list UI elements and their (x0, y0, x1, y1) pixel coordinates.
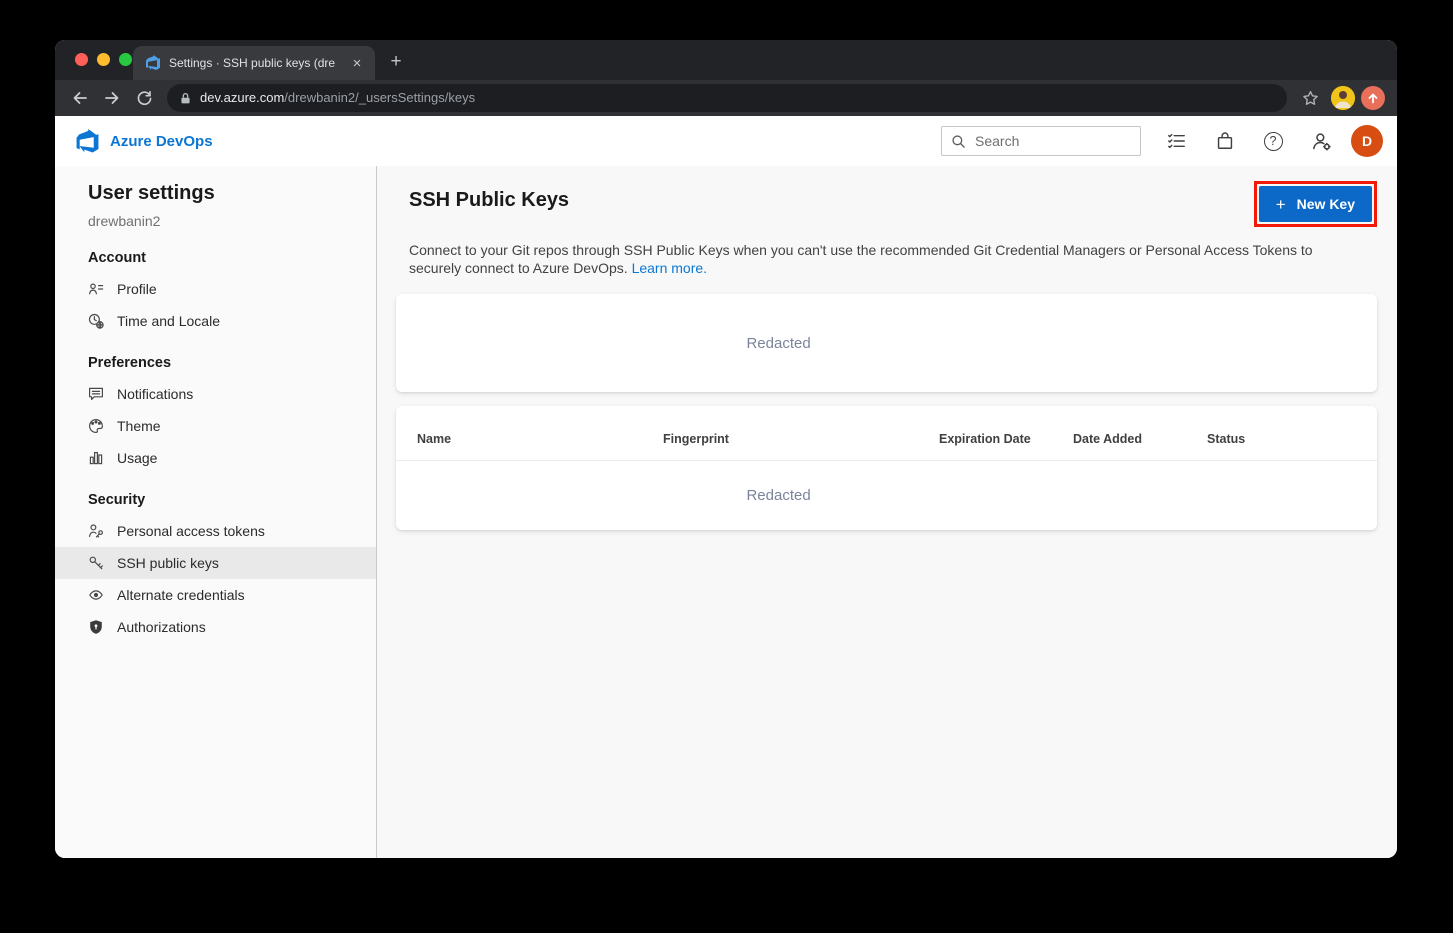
sidebar-item-label: Personal access tokens (117, 523, 265, 539)
sidebar-item-label: SSH public keys (117, 555, 219, 571)
sidebar-item-alternate-credentials[interactable]: Alternate credentials (55, 579, 376, 611)
sidebar-item-label: Theme (117, 418, 161, 434)
back-icon[interactable] (65, 84, 95, 112)
profile-icon (88, 281, 104, 297)
redacted-row-text: Redacted (396, 487, 1161, 504)
sidebar-item-label: Authorizations (117, 619, 206, 635)
column-header-date-added: Date Added (1073, 432, 1207, 446)
new-key-button[interactable]: + New Key (1259, 186, 1372, 222)
bookmark-star-icon[interactable] (1295, 84, 1325, 112)
plus-icon: + (1276, 196, 1286, 213)
minimize-window-button[interactable] (97, 53, 110, 66)
app-header: Azure DevOps ? D (55, 116, 1397, 166)
main-panel: SSH Public Keys + New Key Connect to you… (377, 166, 1397, 858)
search-icon (951, 134, 966, 149)
redacted-banner-text: Redacted (396, 335, 1161, 352)
sidebar-item-label: Usage (117, 450, 157, 466)
personal-access-tokens-icon (88, 523, 104, 539)
settings-sidebar: User settings drewbanin2 Account Profile… (55, 166, 377, 858)
browser-tab[interactable]: Settings · SSH public keys (dre × (133, 46, 375, 80)
new-tab-button[interactable]: + (383, 49, 409, 75)
sidebar-item-theme[interactable]: Theme (55, 410, 376, 442)
sidebar-item-ssh-public-keys[interactable]: SSH public keys (55, 547, 376, 579)
sidebar-item-profile[interactable]: Profile (55, 273, 376, 305)
reload-icon[interactable] (129, 84, 159, 112)
table-header-row: Name Fingerprint Expiration Date Date Ad… (396, 406, 1377, 461)
alternate-credentials-icon (88, 587, 104, 603)
usage-chart-icon (88, 450, 104, 466)
help-icon[interactable]: ? (1249, 116, 1297, 166)
page-title: SSH Public Keys (409, 189, 569, 212)
search-input[interactable] (973, 132, 1131, 150)
description-line-2: securely connect to Azure DevOps. (409, 260, 628, 276)
url-path: /drewbanin2/_usersSettings/keys (284, 90, 475, 105)
marketplace-bag-icon[interactable] (1201, 116, 1249, 166)
sidebar-item-notifications[interactable]: Notifications (55, 378, 376, 410)
sidebar-item-usage[interactable]: Usage (55, 442, 376, 474)
redacted-banner-card: Redacted (396, 294, 1377, 392)
sidebar-title: User settings (88, 179, 376, 207)
sidebar-item-authorizations[interactable]: Authorizations (55, 611, 376, 643)
ssh-key-icon (88, 555, 104, 571)
tab-close-icon[interactable]: × (349, 56, 365, 71)
url-domain: dev.azure.com (200, 90, 284, 105)
theme-palette-icon (88, 418, 104, 434)
search-box (941, 126, 1141, 156)
sidebar-item-personal-access-tokens[interactable]: Personal access tokens (55, 515, 376, 547)
close-window-button[interactable] (75, 53, 88, 66)
account-avatar[interactable]: D (1351, 125, 1383, 157)
column-header-name: Name (417, 432, 663, 446)
sidebar-section-preferences: Preferences (88, 351, 376, 375)
azure-devops-logo-icon (75, 129, 100, 154)
table-row: Redacted (396, 461, 1377, 530)
ssh-keys-table: Name Fingerprint Expiration Date Date Ad… (396, 406, 1377, 530)
page-content: User settings drewbanin2 Account Profile… (55, 166, 1397, 858)
sidebar-item-label: Profile (117, 281, 157, 297)
address-bar[interactable]: dev.azure.com/drewbanin2/_usersSettings/… (167, 84, 1287, 112)
new-key-button-label: New Key (1297, 196, 1355, 212)
time-locale-icon (88, 313, 104, 329)
description-line-1: Connect to your Git repos through SSH Pu… (409, 242, 1313, 258)
column-header-expiration-date: Expiration Date (939, 432, 1073, 446)
browser-window: Settings · SSH public keys (dre × + dev.… (55, 40, 1397, 858)
user-settings-gear-icon[interactable] (1297, 116, 1345, 166)
sidebar-section-account: Account (88, 246, 376, 270)
lock-icon (179, 92, 192, 105)
traffic-lights (75, 53, 132, 66)
browser-profile-avatar[interactable] (1331, 86, 1355, 110)
help-glyph: ? (1264, 132, 1283, 151)
page-description: Connect to your Git repos through SSH Pu… (409, 241, 1377, 277)
sidebar-username: drewbanin2 (88, 210, 376, 232)
column-header-status: Status (1207, 432, 1377, 446)
azure-devops-favicon (145, 55, 161, 71)
forward-icon[interactable] (97, 84, 127, 112)
task-list-icon[interactable] (1153, 116, 1201, 166)
notifications-icon (88, 386, 104, 402)
sidebar-item-label: Notifications (117, 386, 193, 402)
azure-devops-home-link[interactable]: Azure DevOps (75, 129, 213, 154)
chrome-update-icon[interactable] (1361, 86, 1385, 110)
zoom-window-button[interactable] (119, 53, 132, 66)
sidebar-item-label: Time and Locale (117, 313, 220, 329)
tab-bar: Settings · SSH public keys (dre × + (55, 40, 1397, 80)
sidebar-item-time-and-locale[interactable]: Time and Locale (55, 305, 376, 337)
browser-toolbar: dev.azure.com/drewbanin2/_usersSettings/… (55, 80, 1397, 116)
red-annotation-box: + New Key (1254, 181, 1377, 227)
sidebar-item-label: Alternate credentials (117, 587, 245, 603)
column-header-fingerprint: Fingerprint (663, 432, 939, 446)
learn-more-link[interactable]: Learn more. (632, 260, 707, 276)
tab-title: Settings · SSH public keys (dre (169, 56, 341, 70)
brand-label: Azure DevOps (110, 133, 213, 150)
authorizations-shield-icon (88, 619, 104, 635)
sidebar-section-security: Security (88, 488, 376, 512)
